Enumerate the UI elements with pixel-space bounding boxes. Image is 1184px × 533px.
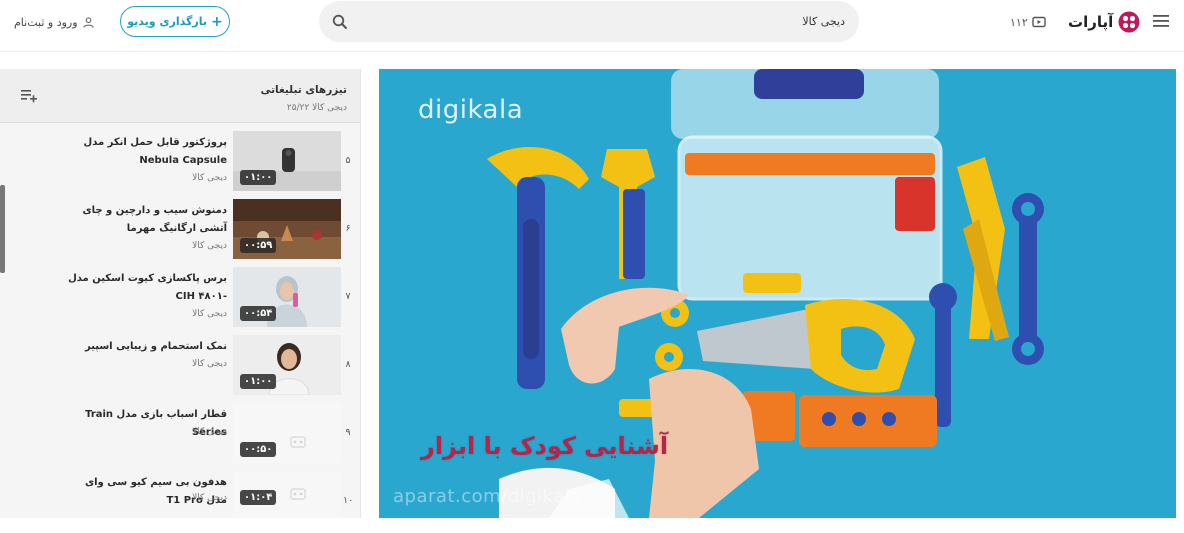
video-caption: آشنایی کودک با ابزار [421, 432, 669, 460]
playlist-item-title[interactable]: پروژکتور قابل حمل انکر مدل Nebula Capsul… [67, 134, 227, 170]
playlist-title[interactable]: تیزرهای تبلیغاتی [260, 84, 347, 96]
top-header: ورود و ثبت‌نام + بارگذاری ویدیو ۱۱۲ آپار… [0, 0, 1184, 52]
video-count[interactable]: ۱۱۲ [1010, 13, 1046, 31]
upload-video-button[interactable]: + بارگذاری ویدیو [120, 6, 230, 37]
playlist-item-thumbnail[interactable]: ۰۰:۵۴ [233, 267, 341, 327]
playlist-item-index: ۶ [345, 223, 351, 234]
playlist-item-index: ۹ [345, 427, 351, 438]
search-input[interactable] [365, 1, 845, 42]
upload-video-label: بارگذاری ویدیو [127, 15, 207, 28]
video-library-icon [1032, 16, 1046, 28]
playlist-item-thumbnail[interactable]: ۰۱:۰۴ [233, 471, 341, 518]
video-count-value: ۱۱۲ [1010, 15, 1028, 29]
playlist-item-thumbnail[interactable]: ۰۰:۵۹ [233, 199, 341, 259]
aparat-logo[interactable]: آپارات [1068, 8, 1141, 36]
login-register-label: ورود و ثبت‌نام [14, 15, 78, 29]
user-icon [82, 16, 94, 28]
playlist-header: تیزرهای تبلیغاتی دیجی کالا ۲۵/۲۲ [0, 69, 360, 123]
playlist-item[interactable]: ۹ ۰۰:۵۰ قطار اسباب بازی مدل Train Series… [0, 403, 360, 469]
plus-icon: + [211, 13, 223, 30]
search-bar [319, 1, 859, 42]
aparat-logo-text: آپارات [1068, 13, 1114, 31]
playlist-item-channel[interactable]: دیجی کالا [192, 493, 227, 503]
playlist-item-index: ۱۰ [343, 495, 354, 506]
duration-badge: ۰۱:۰۰ [240, 374, 277, 389]
playlist-item-index: ۵ [345, 155, 351, 166]
hamburger-menu-icon[interactable] [1152, 13, 1170, 29]
playlist-item-channel[interactable]: دیجی کالا [192, 427, 227, 437]
playlist-item-thumbnail[interactable]: ۰۱:۰۰ [233, 335, 341, 395]
playlist-item-channel[interactable]: دیجی کالا [192, 241, 227, 251]
playlist-item-title[interactable]: برس پاکسازی کیوت اسکین مدل -CIH ۴۸۰۱ [67, 270, 227, 306]
playlist-item-thumbnail[interactable]: ۰۰:۵۰ [233, 403, 341, 463]
playlist-item-channel[interactable]: دیجی کالا [192, 359, 227, 369]
playlist-item-index: ۸ [345, 359, 351, 370]
playlist-item-index: ۷ [345, 291, 351, 302]
playlist-item-title[interactable]: نمک استحمام و زیبایی اسپیر [67, 338, 227, 356]
aparat-logo-icon [1118, 11, 1140, 33]
playlist-item-channel[interactable]: دیجی کالا [192, 309, 227, 319]
playlist-subtitle: دیجی کالا ۲۵/۲۲ [286, 103, 347, 113]
duration-badge: ۰۰:۵۹ [240, 238, 277, 253]
playlist-item-title[interactable]: دمنوش سیب و دارچین و چای آتشی ارگانیگ مه… [67, 202, 227, 238]
playlist-item[interactable]: ۷ ۰۰:۵۴ برس پاکسازی کیوت اسکین مدل -CIH … [0, 267, 360, 333]
duration-badge: ۰۱:۰۰ [240, 170, 277, 185]
playlist-item-thumbnail[interactable]: ۰۱:۰۰ [233, 131, 341, 191]
search-icon[interactable] [331, 13, 349, 31]
video-aparat-watermark: aparat.com/digikala [393, 486, 582, 507]
login-register-link[interactable]: ورود و ثبت‌نام [14, 13, 94, 31]
playlist-panel: تیزرهای تبلیغاتی دیجی کالا ۲۵/۲۲ ۵ ۰۱:۰۰… [0, 69, 361, 518]
playlist-item-title[interactable]: هدفون بی سیم کیو سی وای مدل T1 Pro [67, 474, 227, 510]
video-brand-watermark: digikala [418, 95, 524, 125]
video-player[interactable]: digikala آشنایی کودک با ابزار aparat.com… [379, 69, 1176, 518]
playlist-item[interactable]: ۸ ۰۱:۰۰ نمک استحمام و زیبایی اسپیر دیجی … [0, 335, 360, 401]
playlist-item[interactable]: ۵ ۰۱:۰۰ پروژکتور قابل حمل انکر مدل Nebul… [0, 131, 360, 197]
playlist-item[interactable]: ۱۰ ۰۱:۰۴ هدفون بی سیم کیو سی وای مدل T1 … [0, 471, 360, 518]
duration-badge: ۰۱:۰۴ [240, 490, 277, 505]
playlist-item-channel[interactable]: دیجی کالا [192, 173, 227, 183]
duration-badge: ۰۰:۵۰ [240, 442, 277, 457]
playlist-item[interactable]: ۶ ۰۰:۵۹ دمنوش سیب و دارچین و چای آتشی ار… [0, 199, 360, 265]
add-to-playlist-icon[interactable] [21, 89, 37, 103]
duration-badge: ۰۰:۵۴ [240, 306, 277, 321]
